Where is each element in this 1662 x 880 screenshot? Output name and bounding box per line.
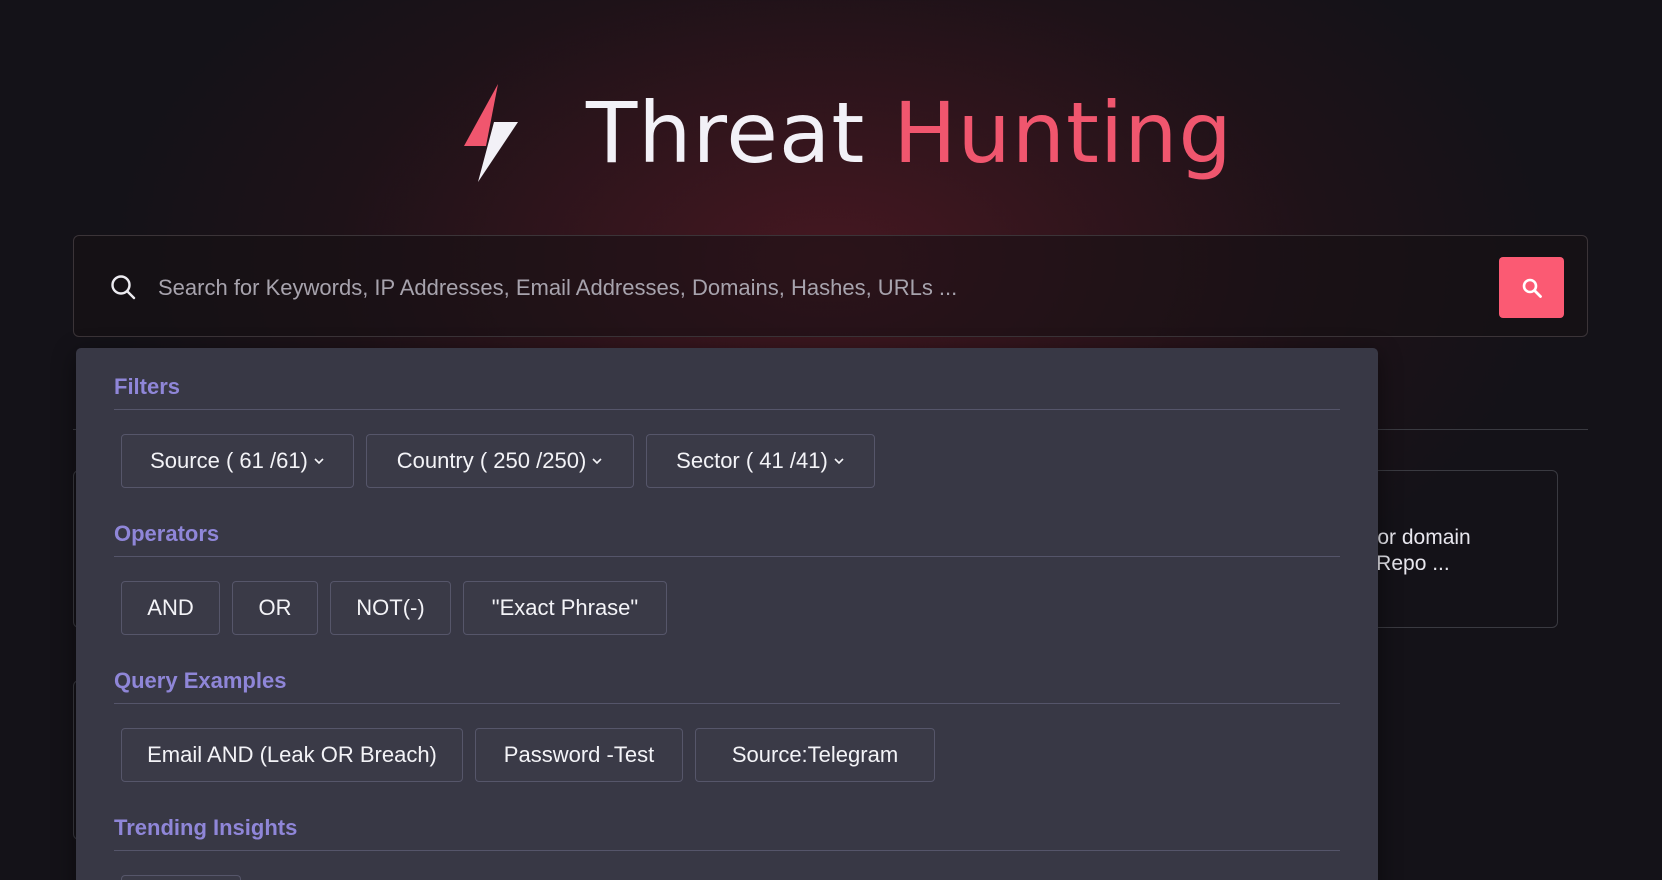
search-icon <box>1522 278 1542 298</box>
country-filter-dropdown[interactable]: Country ( 250 /250) <box>366 434 634 488</box>
operator-or-button[interactable]: OR <box>232 581 318 635</box>
sector-filter-label: Sector ( 41 /41) <box>676 448 828 473</box>
trending-insights-heading: Trending Insights <box>114 815 1340 851</box>
query-examples-row: Email AND (Leak OR Breach) Password -Tes… <box>121 728 935 782</box>
query-examples-heading: Query Examples <box>114 668 1340 704</box>
title-text: Threat Hunting <box>586 91 1233 175</box>
title-word-hunting: Hunting <box>893 84 1233 182</box>
operators-row: AND OR NOT(-) "Exact Phrase" <box>121 581 667 635</box>
query-example-button[interactable]: Password -Test <box>475 728 683 782</box>
operators-heading: Operators <box>114 521 1340 557</box>
page-title: Threat Hunting <box>460 78 1233 188</box>
source-filter-dropdown[interactable]: Source ( 61 /61) <box>121 434 354 488</box>
lightning-bolt-icon <box>464 84 518 182</box>
search-button[interactable] <box>1499 257 1564 318</box>
operator-exact-phrase-button[interactable]: "Exact Phrase" <box>463 581 667 635</box>
search-suggestions-dropdown: Filters Source ( 61 /61) Country ( 250 /… <box>76 348 1378 880</box>
country-filter-label: Country ( 250 /250) <box>396 448 587 473</box>
chevron-down-icon <box>592 458 602 465</box>
trending-insight-chip[interactable] <box>121 875 241 880</box>
operator-and-button[interactable]: AND <box>121 581 220 635</box>
query-example-button[interactable]: Source:Telegram <box>695 728 935 782</box>
filters-heading: Filters <box>114 374 1340 410</box>
chevron-down-icon <box>834 458 844 465</box>
search-bar <box>73 235 1588 337</box>
title-word-threat: Threat <box>586 84 866 182</box>
query-example-button[interactable]: Email AND (Leak OR Breach) <box>121 728 463 782</box>
sector-filter-dropdown[interactable]: Sector ( 41 /41) <box>646 434 875 488</box>
chevron-down-icon <box>314 458 324 465</box>
source-filter-label: Source ( 61 /61) <box>150 448 308 473</box>
filters-row: Source ( 61 /61) Country ( 250 /250) Sec… <box>121 434 875 488</box>
search-icon <box>111 275 136 300</box>
search-input[interactable] <box>156 264 1460 312</box>
operator-not-button[interactable]: NOT(-) <box>330 581 451 635</box>
